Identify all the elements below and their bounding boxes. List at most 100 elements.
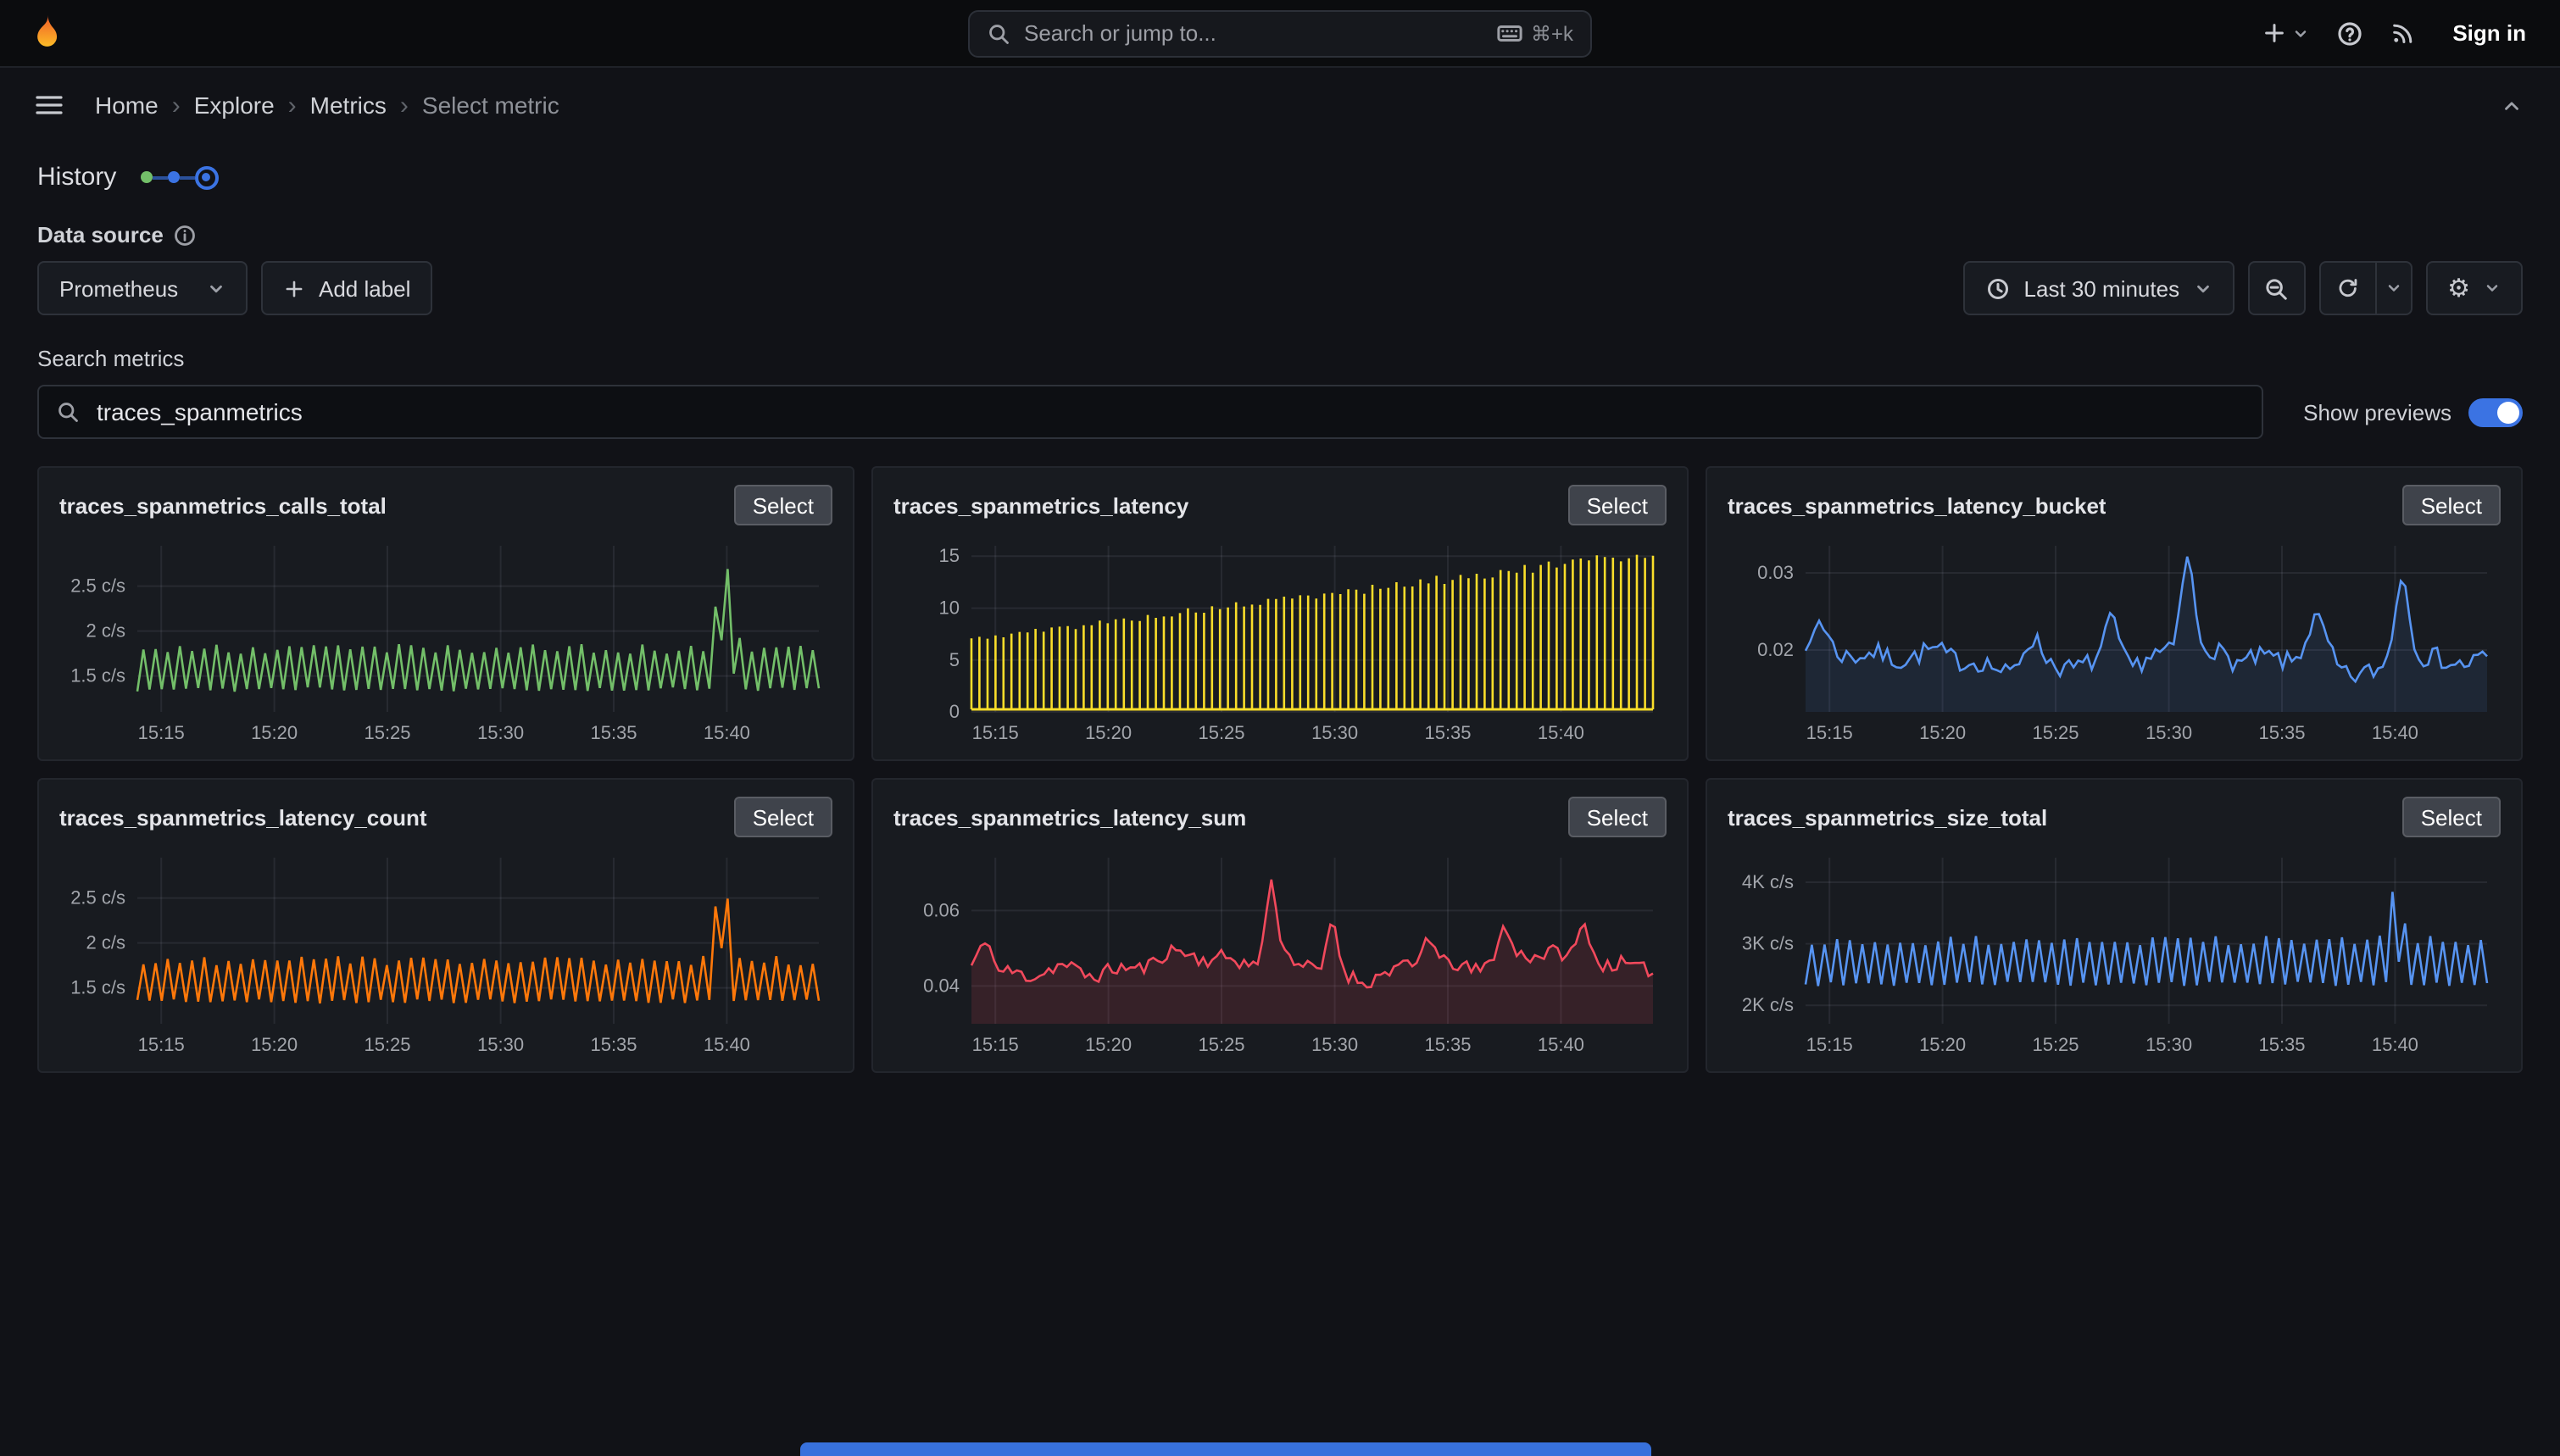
breadcrumb-metrics[interactable]: Metrics: [310, 92, 387, 119]
add-label-button[interactable]: Add label: [261, 261, 432, 315]
settings-button[interactable]: ⚙: [2425, 261, 2523, 315]
svg-text:2K c/s: 2K c/s: [1742, 994, 1794, 1015]
show-previews-toggle[interactable]: [2468, 397, 2523, 426]
svg-text:15:40: 15:40: [704, 1034, 750, 1055]
chevron-down-icon: [2484, 280, 2501, 297]
svg-text:15:40: 15:40: [1538, 722, 1584, 743]
svg-text:0.02: 0.02: [1757, 639, 1794, 660]
toggle-knob: [2497, 401, 2519, 423]
refresh-icon: [2335, 276, 2359, 300]
hamburger-icon: [34, 90, 64, 120]
keyboard-icon: [1497, 20, 1522, 46]
svg-text:15:35: 15:35: [590, 1034, 637, 1055]
chevron-down-icon: [2291, 25, 2308, 42]
zoom-out-button[interactable]: [2247, 261, 2305, 315]
time-range-picker[interactable]: Last 30 minutes: [1963, 261, 2234, 315]
grafana-logo-icon[interactable]: [24, 11, 68, 55]
history-step-icon: [167, 171, 179, 183]
refresh-interval-button[interactable]: [2374, 261, 2412, 315]
global-search-button[interactable]: Search or jump to... ⌘+k: [968, 9, 1592, 57]
breadcrumb-home[interactable]: Home: [95, 92, 159, 119]
show-previews-control: Show previews: [2303, 397, 2523, 426]
new-menu-button[interactable]: [2261, 20, 2308, 46]
select-metric-button[interactable]: Select: [2402, 485, 2501, 525]
svg-text:15:40: 15:40: [1538, 1034, 1584, 1055]
shortcut-label: ⌘+k: [1531, 21, 1573, 45]
svg-text:0.06: 0.06: [923, 899, 960, 920]
gear-icon: ⚙: [2447, 275, 2470, 301]
breadcrumb-explore[interactable]: Explore: [194, 92, 275, 119]
svg-text:15: 15: [939, 545, 960, 566]
refresh-button[interactable]: [2318, 261, 2376, 315]
svg-text:2.5 c/s: 2.5 c/s: [70, 887, 125, 909]
select-metric-button[interactable]: Select: [2402, 797, 2501, 837]
svg-text:15:15: 15:15: [972, 722, 1019, 743]
add-label-text: Add label: [319, 275, 410, 301]
svg-text:15:20: 15:20: [1085, 1034, 1132, 1055]
info-circle-icon[interactable]: [174, 223, 198, 247]
breadcrumb-separator: ›: [275, 91, 310, 119]
sign-in-button[interactable]: Sign in: [2442, 19, 2536, 47]
svg-text:15:20: 15:20: [1919, 722, 1966, 743]
select-metric-button[interactable]: Select: [1568, 797, 1667, 837]
svg-text:15:30: 15:30: [477, 1034, 524, 1055]
svg-text:15:30: 15:30: [2145, 722, 2192, 743]
data-source-value: Prometheus: [59, 275, 178, 301]
svg-text:15:40: 15:40: [2372, 722, 2418, 743]
svg-text:15:20: 15:20: [1919, 1034, 1966, 1055]
data-source-picker[interactable]: Prometheus: [37, 261, 248, 315]
history-timeline[interactable]: [140, 165, 218, 189]
keyboard-shortcut-hint: ⌘+k: [1497, 20, 1573, 46]
panel-title: traces_spanmetrics_latency_count: [59, 804, 427, 830]
metric-preview-chart: 15:1515:2015:2515:3015:3515:40151050: [893, 532, 1667, 753]
select-metric-button[interactable]: Select: [734, 485, 832, 525]
svg-text:15:30: 15:30: [1311, 722, 1358, 743]
panel-title: traces_spanmetrics_latency_sum: [893, 804, 1246, 830]
svg-text:4K c/s: 4K c/s: [1742, 871, 1794, 892]
svg-text:15:30: 15:30: [1311, 1034, 1358, 1055]
svg-text:5: 5: [949, 649, 960, 670]
select-metric-button[interactable]: Select: [1568, 485, 1667, 525]
svg-text:0.03: 0.03: [1757, 562, 1794, 583]
search-metrics-label: Search metrics: [37, 346, 184, 371]
data-source-label: Data source: [37, 222, 164, 247]
menu-toggle-button[interactable]: [24, 80, 75, 131]
svg-text:15:35: 15:35: [2258, 1034, 2305, 1055]
top-nav: Search or jump to... ⌘+k: [0, 0, 2560, 68]
main-content: History Data source Prometheus: [0, 163, 2560, 1073]
metric-panel: traces_spanmetrics_latency_sum Select 15:1…: [871, 778, 1689, 1073]
metric-panel: traces_spanmetrics_size_totalSelect15:15…: [1706, 778, 2523, 1073]
svg-text:3K c/s: 3K c/s: [1742, 933, 1794, 954]
svg-text:15:40: 15:40: [2372, 1034, 2418, 1055]
svg-text:15:25: 15:25: [364, 1034, 410, 1055]
horizontal-scrollbar-thumb[interactable]: [800, 1442, 1651, 1456]
svg-text:15:20: 15:20: [251, 722, 298, 743]
svg-text:10: 10: [939, 597, 960, 619]
breadcrumb-separator: ›: [159, 91, 194, 119]
search-icon: [56, 400, 80, 424]
plus-icon: [283, 277, 305, 299]
svg-text:15:15: 15:15: [1806, 1034, 1853, 1055]
breadcrumb-bar: Home › Explore › Metrics › Select metric: [0, 68, 2560, 142]
svg-text:15:30: 15:30: [477, 722, 524, 743]
metric-panel: traces_spanmetrics_latencySelect15:1515:…: [871, 466, 1689, 761]
select-metric-button[interactable]: Select: [734, 797, 832, 837]
search-metrics-label-row: Search metrics: [37, 346, 2523, 371]
metric-panel: traces_spanmetrics_latency_count Select 15…: [37, 778, 854, 1073]
controls-row: Prometheus Add label Last 30 minutes: [37, 261, 2523, 315]
svg-text:2 c/s: 2 c/s: [86, 932, 125, 953]
metrics-search-field: [37, 385, 2262, 439]
chevron-down-icon: [207, 279, 225, 297]
collapse-controls-button[interactable]: [2485, 80, 2536, 131]
help-button[interactable]: [2335, 19, 2362, 47]
svg-text:15:25: 15:25: [2032, 722, 2079, 743]
breadcrumb-select-metric: Select metric: [422, 92, 559, 119]
metrics-search-input[interactable]: [93, 397, 2244, 427]
metric-preview-chart: 15:1515:2015:2515:3015:3515:402.5 c/s2 c…: [59, 844, 832, 1064]
news-button[interactable]: [2390, 20, 2415, 46]
svg-text:1.5 c/s: 1.5 c/s: [70, 977, 125, 998]
svg-text:15:15: 15:15: [972, 1034, 1019, 1055]
svg-text:0: 0: [949, 701, 960, 722]
question-circle-icon: [2335, 19, 2362, 47]
refresh-button-group: [2318, 261, 2412, 315]
